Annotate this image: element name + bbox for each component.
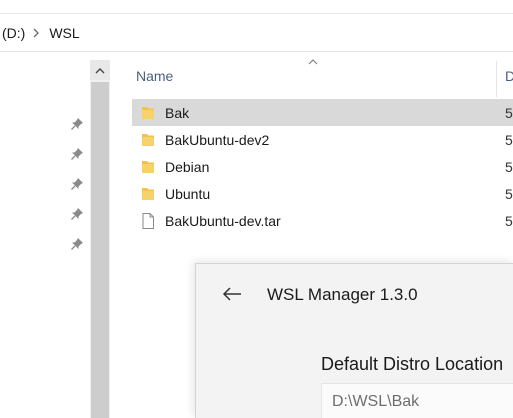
file-name: BakUbuntu-dev2	[165, 131, 270, 148]
file-icon	[140, 212, 156, 230]
column-date-header[interactable]: D	[505, 68, 513, 84]
sort-ascending-icon	[308, 59, 318, 65]
column-header: Name D	[110, 53, 513, 97]
pin-icon[interactable]	[70, 177, 84, 191]
scroll-thumb[interactable]	[91, 82, 109, 418]
navigation-pane	[0, 53, 90, 418]
file-date: 5	[505, 212, 513, 229]
folder-icon	[140, 131, 156, 149]
scroll-up-button[interactable]	[90, 60, 110, 80]
file-name: BakUbuntu-dev.tar	[165, 212, 281, 229]
default-distro-location-input[interactable]: D:\WSL\Bak	[321, 383, 513, 418]
pin-icon[interactable]	[70, 147, 84, 161]
pin-icon[interactable]	[70, 207, 84, 221]
folder-icon	[140, 104, 156, 122]
default-distro-location-label: Default Distro Location	[321, 354, 504, 374]
nav-scrollbar[interactable]	[90, 60, 110, 418]
file-name: Debian	[165, 158, 210, 175]
file-date: 5	[505, 158, 513, 175]
list-item[interactable]: BakUbuntu-dev.tar 5	[132, 207, 513, 234]
column-name-header[interactable]: Name	[136, 68, 173, 84]
pin-icon[interactable]	[70, 237, 84, 251]
breadcrumb-drive[interactable]: (D:)	[0, 25, 25, 41]
list-item[interactable]: Bak 5	[132, 99, 513, 126]
chevron-right-icon[interactable]	[25, 25, 47, 41]
window-top-strip	[0, 0, 513, 14]
column-divider[interactable]	[496, 61, 497, 97]
file-name: Bak	[165, 104, 190, 121]
breadcrumb-wsl[interactable]: WSL	[47, 25, 79, 41]
wsl-manager-window: WSL Manager 1.3.0 Default Distro Locatio…	[195, 263, 513, 418]
file-date: 5	[505, 185, 513, 202]
list-item[interactable]: Ubuntu 5	[132, 180, 513, 207]
folder-icon	[140, 185, 156, 203]
address-bar[interactable]: (D:) WSL	[0, 14, 513, 52]
folder-icon	[140, 158, 156, 176]
arrow-left-icon	[222, 287, 241, 301]
list-item[interactable]: BakUbuntu-dev2 5	[132, 126, 513, 153]
file-date: 5	[505, 131, 513, 148]
wsl-manager-title: WSL Manager 1.3.0	[267, 285, 418, 304]
pin-icon[interactable]	[70, 117, 84, 131]
back-button[interactable]	[220, 282, 244, 306]
file-name: Ubuntu	[165, 185, 211, 202]
file-date: 5	[505, 104, 513, 121]
list-item[interactable]: Debian 5	[132, 153, 513, 180]
chevron-up-icon	[95, 67, 105, 73]
